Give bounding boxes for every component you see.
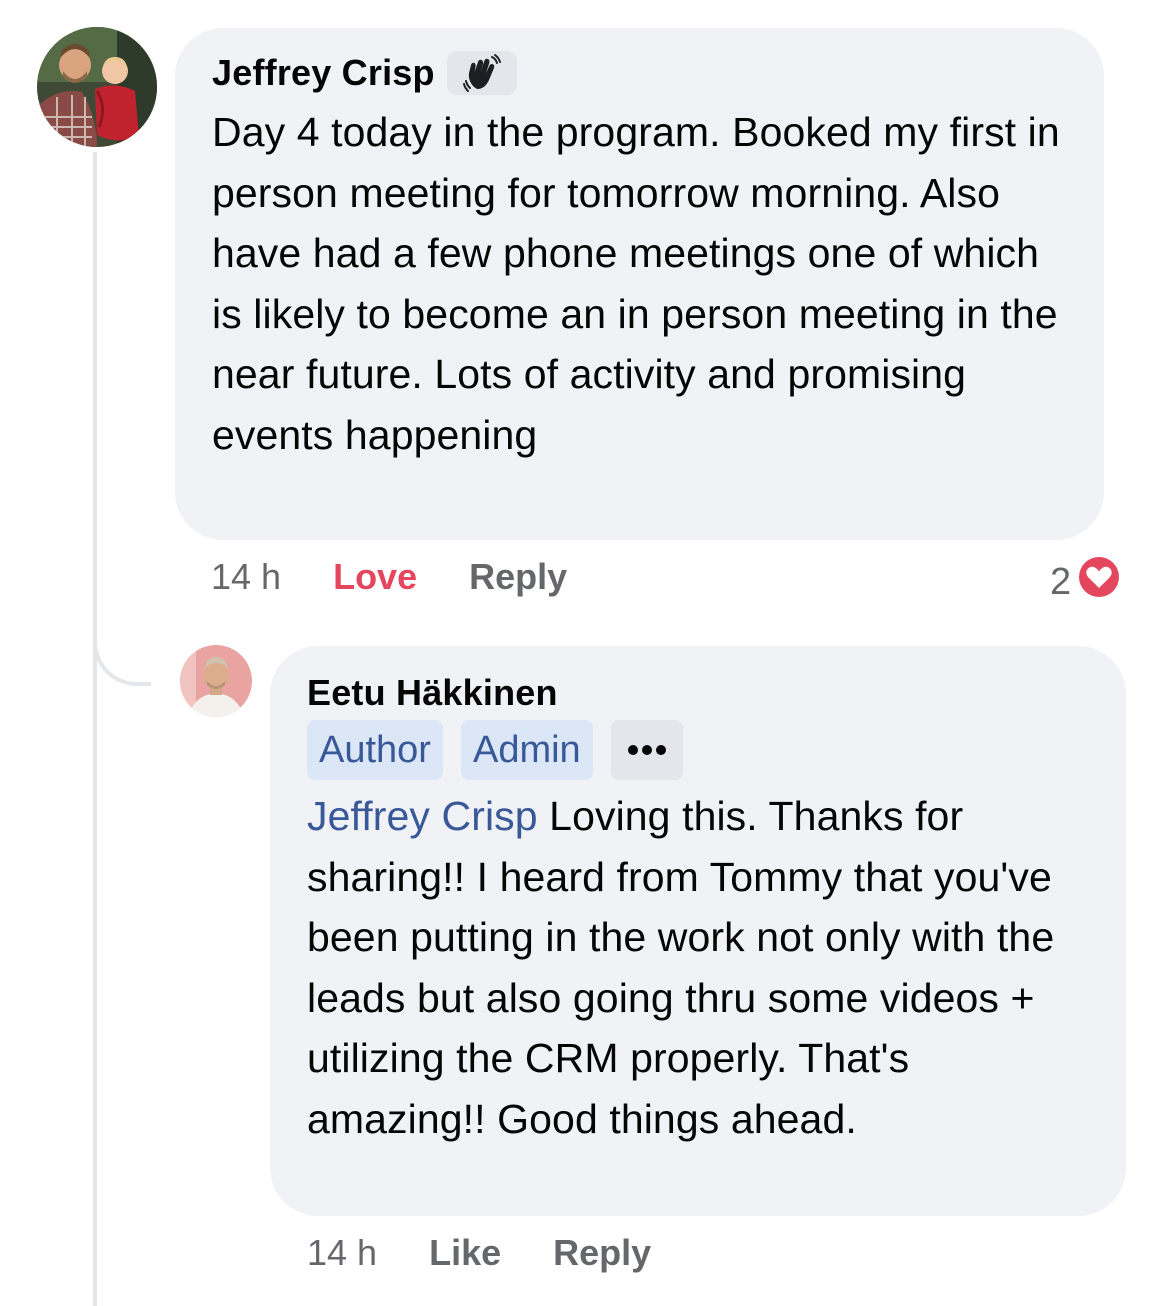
comment-header: Jeffrey Crisp [212, 50, 1074, 96]
reaction-count: 2 [1050, 560, 1072, 603]
reply-bubble: Eetu Häkkinen Author Admin Jeffrey Crisp… [270, 646, 1126, 1216]
comment-text: Day 4 today in the program. Booked my fi… [212, 109, 1060, 458]
reply-header: Eetu Häkkinen [307, 670, 1096, 716]
thread-line [93, 152, 97, 1306]
avatar-eetu-hakkinen[interactable] [180, 645, 252, 717]
comment-timestamp[interactable]: 14 h [211, 556, 281, 598]
comment-author[interactable]: Jeffrey Crisp [212, 52, 435, 94]
more-dots-icon [627, 745, 666, 755]
admin-badge[interactable]: Admin [460, 720, 593, 780]
author-badge[interactable]: Author [307, 720, 443, 780]
more-options-button[interactable] [610, 720, 683, 780]
waving-hand-icon[interactable] [446, 51, 517, 95]
reply-actions: 14 h Like Reply [307, 1232, 651, 1274]
reaction-summary[interactable]: 2 [1050, 553, 1123, 611]
like-button[interactable]: Like [429, 1232, 501, 1274]
reply-text: Loving this. Thanks for sharing!! I hear… [307, 793, 1055, 1142]
love-button[interactable]: Love [333, 556, 417, 598]
reply-timestamp[interactable]: 14 h [307, 1232, 377, 1274]
reply-text-block: Jeffrey Crisp Loving this. Thanks for sh… [307, 786, 1096, 1149]
reply-author[interactable]: Eetu Häkkinen [307, 672, 558, 714]
comment-actions: 14 h Love Reply [211, 556, 567, 598]
reply-button[interactable]: Reply [469, 556, 567, 598]
heart-reaction-icon [1075, 553, 1123, 611]
thread-connector [93, 600, 151, 686]
reply-badges: Author Admin [307, 720, 1096, 780]
comment-bubble: Jeffrey Crisp Day 4 today in the program… [175, 28, 1104, 540]
reply-button[interactable]: Reply [553, 1232, 651, 1274]
avatar-jeffrey-crisp[interactable] [37, 27, 157, 147]
mention-link[interactable]: Jeffrey Crisp [307, 793, 538, 839]
